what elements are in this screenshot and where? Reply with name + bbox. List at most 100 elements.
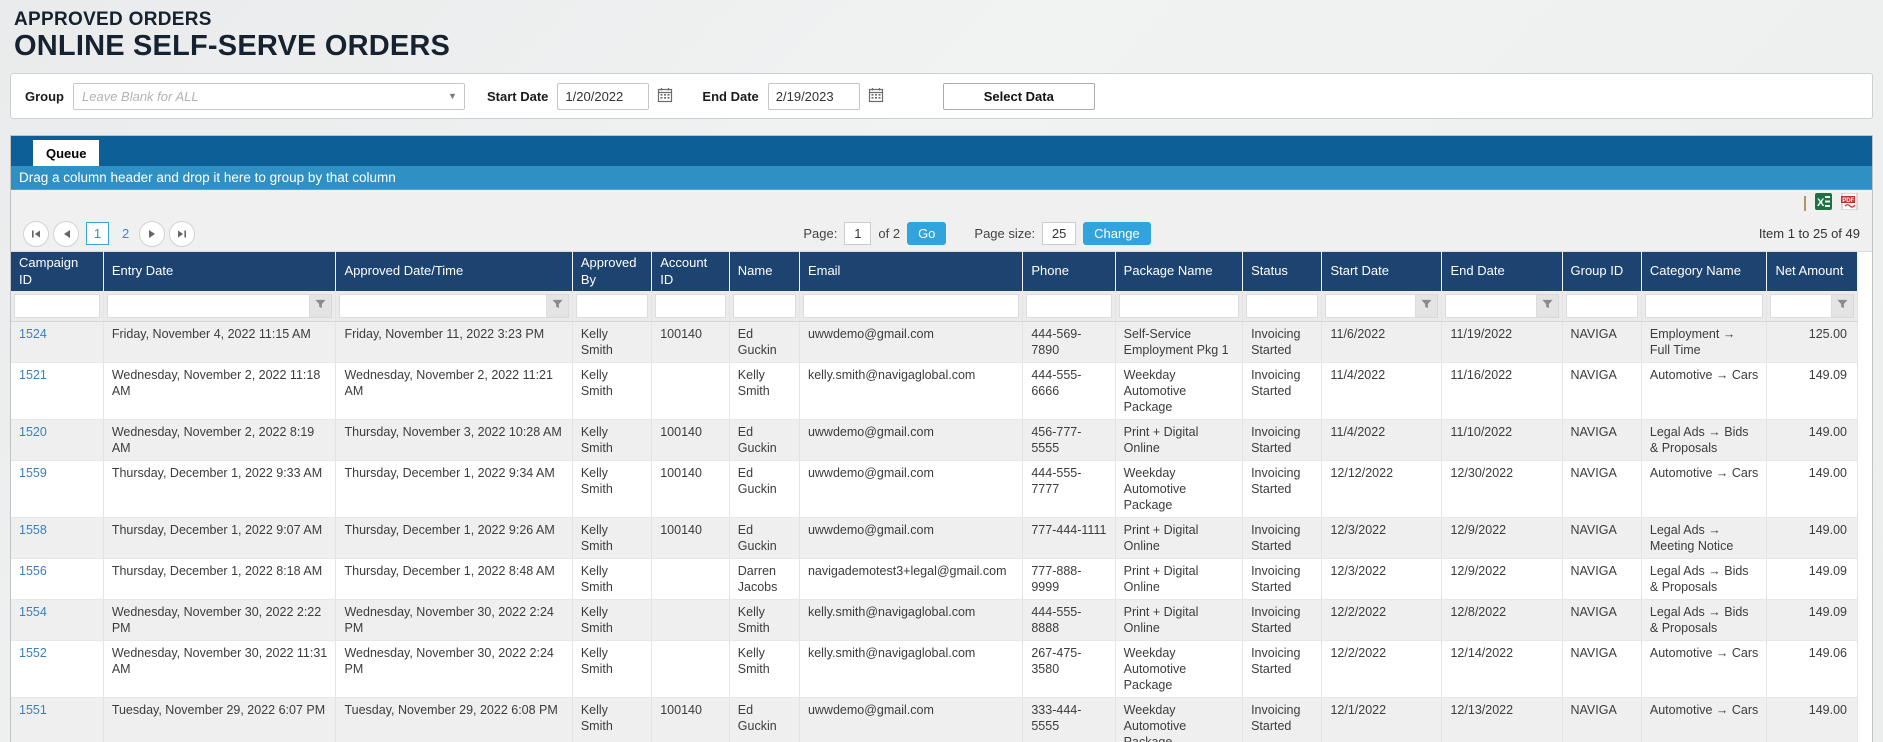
filter-input-group_id[interactable]	[1566, 294, 1638, 318]
table-row: 1552 Wednesday, November 30, 2022 11:31 A…	[11, 640, 1858, 697]
cell-category_name: Automotive → Cars	[1641, 640, 1767, 697]
cell-group_id: NAVIGA	[1562, 599, 1641, 640]
cell-name: Ed Guckin	[729, 460, 799, 517]
column-header-category_name[interactable]: Category Name	[1641, 252, 1767, 291]
cell-email: uwwdemo@gmail.com	[799, 419, 1022, 460]
previous-page-button[interactable]	[53, 221, 79, 247]
filter-input-category_name[interactable]	[1645, 294, 1764, 318]
start-date-label: Start Date	[487, 89, 548, 104]
filter-funnel-button-entry_date[interactable]	[310, 294, 332, 318]
column-header-campaign_id[interactable]: Campaign ID	[11, 252, 103, 291]
go-button[interactable]: Go	[907, 222, 946, 245]
start-date-input[interactable]	[557, 83, 649, 110]
cell-campaign_id: 1520	[11, 419, 103, 460]
select-data-button[interactable]: Select Data	[943, 83, 1095, 110]
campaign-id-link[interactable]: 1552	[19, 646, 47, 660]
cell-phone: 456-777-5555	[1023, 419, 1115, 460]
filter-cell-start_date	[1322, 291, 1442, 322]
filter-input-email[interactable]	[803, 294, 1019, 318]
pagination-bar: 1 2 Page: of 2 Go Page size: Change Item…	[11, 216, 1872, 252]
start-date-calendar-button[interactable]	[652, 83, 678, 109]
column-header-approved_datetime[interactable]: Approved Date/Time	[336, 252, 572, 291]
cell-entry_date: Wednesday, November 30, 2022 11:31 AM	[103, 640, 336, 697]
group-input[interactable]	[74, 84, 441, 109]
column-header-phone[interactable]: Phone	[1023, 252, 1115, 291]
campaign-id-link[interactable]: 1551	[19, 703, 47, 717]
filter-input-approved_by[interactable]	[576, 294, 648, 318]
page-size-input[interactable]	[1042, 222, 1076, 245]
campaign-id-link[interactable]: 1554	[19, 605, 47, 619]
filter-funnel-button-end_date[interactable]	[1537, 294, 1559, 318]
column-header-status[interactable]: Status	[1243, 252, 1322, 291]
group-combobox[interactable]: ▼	[73, 83, 465, 110]
first-page-button[interactable]	[23, 221, 49, 247]
end-date-calendar-button[interactable]	[863, 83, 889, 109]
cell-account_id: 100140	[652, 419, 730, 460]
filter-input-account_id[interactable]	[655, 294, 726, 318]
campaign-id-link[interactable]: 1520	[19, 425, 47, 439]
filter-input-package_name[interactable]	[1119, 294, 1239, 318]
cell-group_id: NAVIGA	[1562, 558, 1641, 599]
group-label: Group	[25, 89, 64, 104]
excel-export-icon: X	[1815, 193, 1832, 213]
change-page-size-button[interactable]: Change	[1083, 222, 1151, 245]
filter-cell-category_name	[1641, 291, 1767, 322]
filter-funnel-button-approved_datetime[interactable]	[547, 294, 569, 318]
column-header-package_name[interactable]: Package Name	[1115, 252, 1242, 291]
filter-input-phone[interactable]	[1026, 294, 1111, 318]
column-header-account_id[interactable]: Account ID	[652, 252, 730, 291]
cell-phone: 333-444-5555	[1023, 697, 1115, 742]
page-supertitle: APPROVED ORDERS	[14, 9, 1883, 31]
campaign-id-link[interactable]: 1556	[19, 564, 47, 578]
filter-input-start_date[interactable]	[1325, 294, 1416, 318]
column-header-entry_date[interactable]: Entry Date	[103, 252, 336, 291]
filter-cell-email	[799, 291, 1022, 322]
cell-status: Invoicing Started	[1243, 321, 1322, 362]
group-by-drop-zone[interactable]: Drag a column header and drop it here to…	[11, 166, 1872, 190]
filter-input-end_date[interactable]	[1445, 294, 1536, 318]
column-header-approved_by[interactable]: Approved By	[572, 252, 651, 291]
cell-status: Invoicing Started	[1243, 558, 1322, 599]
tab-queue[interactable]: Queue	[33, 140, 99, 166]
cell-end_date: 11/16/2022	[1442, 362, 1562, 419]
page-number-input[interactable]	[844, 222, 871, 245]
end-date-input[interactable]	[768, 83, 860, 110]
column-header-name[interactable]: Name	[729, 252, 799, 291]
page-2-link[interactable]: 2	[122, 226, 129, 241]
filter-input-campaign_id[interactable]	[14, 294, 100, 318]
column-header-net_amount[interactable]: Net Amount	[1767, 252, 1858, 291]
cell-email: navigademotest3+legal@gmail.com	[799, 558, 1022, 599]
filter-panel: Group ▼ Start Date End Date Select Data	[10, 73, 1873, 119]
campaign-id-link[interactable]: 1521	[19, 368, 47, 382]
campaign-id-link[interactable]: 1558	[19, 523, 47, 537]
cell-group_id: NAVIGA	[1562, 362, 1641, 419]
chevron-down-icon[interactable]: ▼	[441, 84, 464, 109]
column-header-start_date[interactable]: Start Date	[1322, 252, 1442, 291]
cell-approved_datetime: Thursday, December 1, 2022 9:34 AM	[336, 460, 572, 517]
filter-input-name[interactable]	[733, 294, 796, 318]
orders-table-wrap: Campaign IDEntry DateApproved Date/TimeA…	[11, 252, 1872, 742]
column-header-group_id[interactable]: Group ID	[1562, 252, 1641, 291]
cell-group_id: NAVIGA	[1562, 697, 1641, 742]
filter-input-status[interactable]	[1246, 294, 1318, 318]
cell-category_name: Employment → Full Time	[1641, 321, 1767, 362]
next-page-button[interactable]	[139, 221, 165, 247]
cell-group_id: NAVIGA	[1562, 517, 1641, 558]
export-pdf-button[interactable]: PDF	[1841, 193, 1858, 213]
funnel-icon	[315, 298, 326, 313]
cell-category_name: Legal Ads → Bids & Proposals	[1641, 419, 1767, 460]
filter-funnel-button-start_date[interactable]	[1416, 294, 1438, 318]
cell-net_amount: 149.00	[1767, 517, 1858, 558]
column-header-end_date[interactable]: End Date	[1442, 252, 1562, 291]
filter-funnel-button-net_amount[interactable]	[1832, 294, 1854, 318]
filter-cell-group_id	[1562, 291, 1641, 322]
filter-input-entry_date[interactable]	[107, 294, 311, 318]
campaign-id-link[interactable]: 1524	[19, 327, 47, 341]
campaign-id-link[interactable]: 1559	[19, 466, 47, 480]
filter-input-net_amount[interactable]	[1770, 294, 1832, 318]
filter-input-approved_datetime[interactable]	[339, 294, 546, 318]
last-page-button[interactable]	[169, 221, 195, 247]
export-excel-button[interactable]: X	[1815, 193, 1832, 213]
cell-entry_date: Wednesday, November 2, 2022 11:18 AM	[103, 362, 336, 419]
column-header-email[interactable]: Email	[799, 252, 1022, 291]
